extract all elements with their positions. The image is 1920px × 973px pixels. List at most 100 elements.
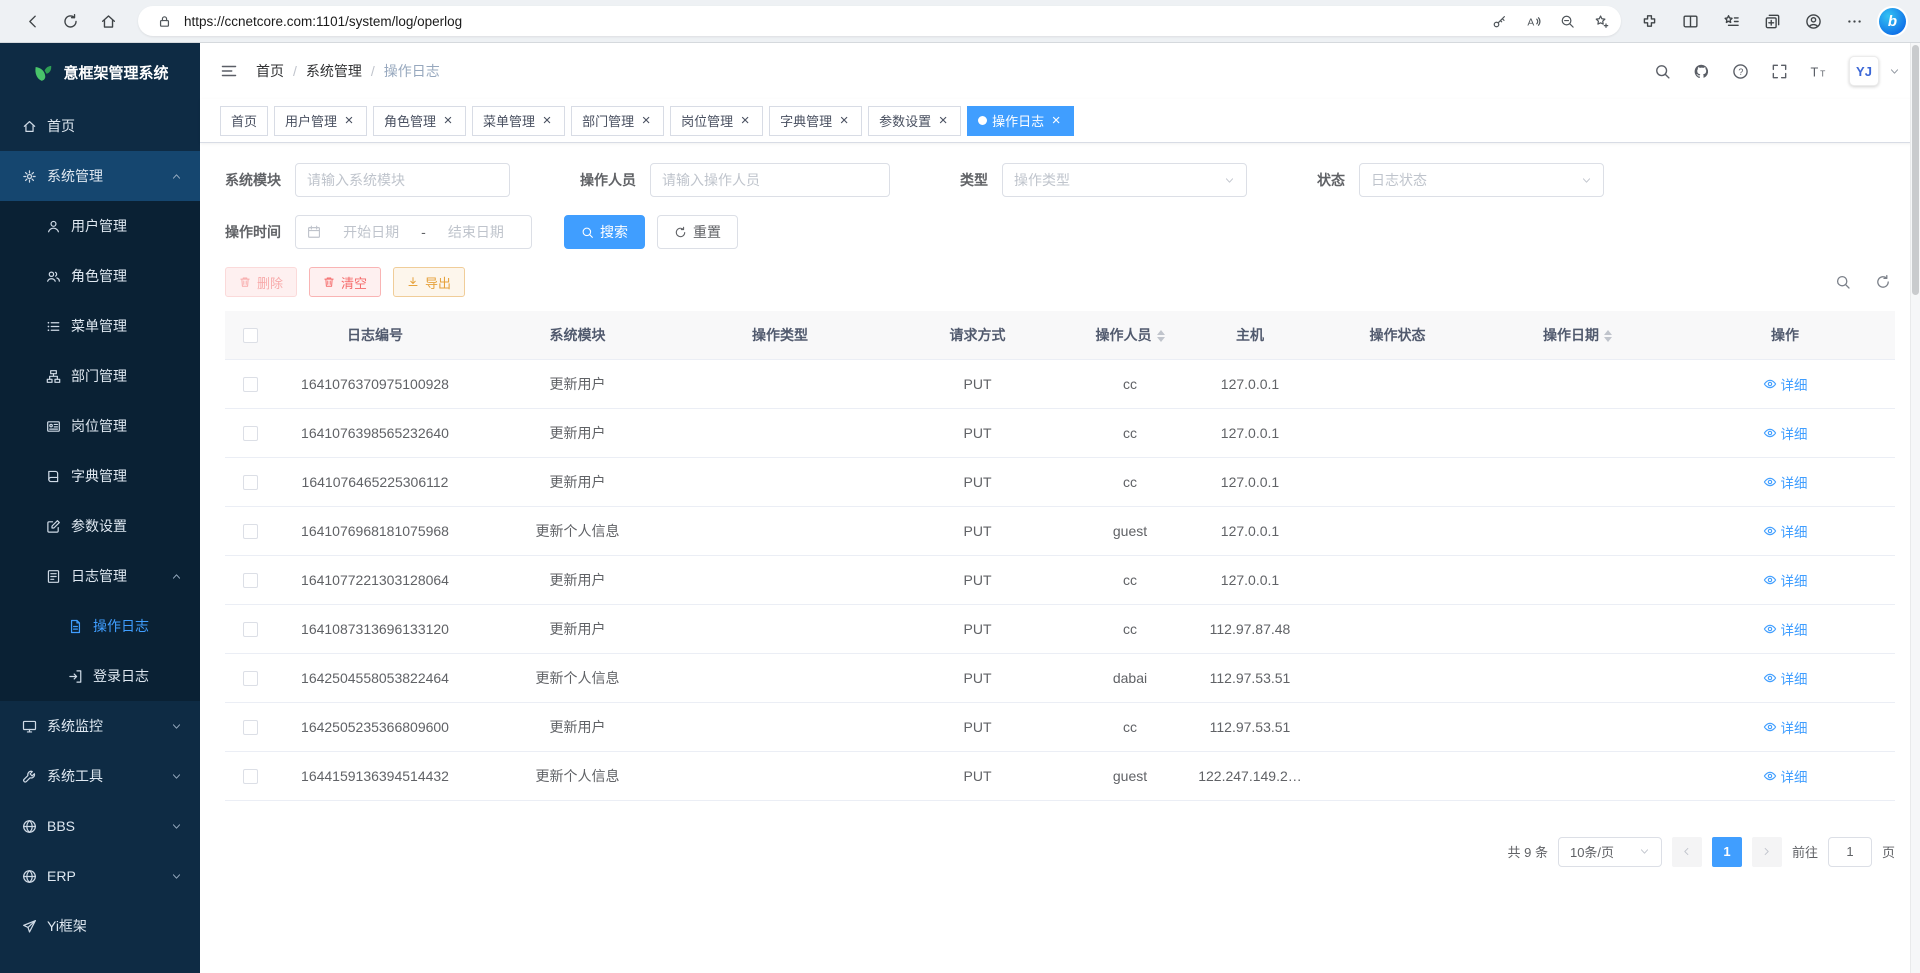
prev-page-button[interactable] (1672, 837, 1702, 867)
browser-home-button[interactable] (90, 3, 126, 39)
next-page-button[interactable] (1752, 837, 1782, 867)
row-checkbox[interactable] (243, 671, 258, 686)
user-avatar[interactable]: YJ (1849, 56, 1879, 86)
detail-link[interactable]: 详细 (1763, 521, 1808, 541)
sidebar-item-user[interactable]: 用户管理 (0, 201, 200, 251)
favorites-icon[interactable] (1715, 5, 1748, 38)
module-input[interactable] (295, 163, 510, 197)
table-row[interactable]: 1641076465225306112更新用户PUTcc127.0.0.1详细 (225, 457, 1895, 506)
password-manager-icon[interactable] (1485, 8, 1513, 34)
column-header[interactable]: 操作人员 (1075, 311, 1185, 359)
tag-item[interactable]: 操作日志× (967, 106, 1074, 136)
close-icon[interactable]: × (837, 114, 851, 128)
detail-link[interactable]: 详细 (1763, 668, 1808, 688)
sidebar-item-dict[interactable]: 字典管理 (0, 451, 200, 501)
browser-refresh-button[interactable] (52, 3, 88, 39)
detail-link[interactable]: 详细 (1763, 423, 1808, 443)
row-checkbox[interactable] (243, 769, 258, 784)
detail-link[interactable]: 详细 (1763, 570, 1808, 590)
export-button[interactable]: 导出 (393, 267, 465, 297)
close-icon[interactable]: × (1049, 114, 1063, 128)
goto-page-input[interactable] (1828, 837, 1872, 867)
tag-item[interactable]: 角色管理× (373, 106, 466, 136)
extensions-icon[interactable] (1633, 5, 1666, 38)
detail-link[interactable]: 详细 (1763, 472, 1808, 492)
type-select[interactable]: 操作类型 (1002, 163, 1247, 197)
table-row[interactable]: 1641087313696133120更新用户PUTcc112.97.87.48… (225, 604, 1895, 653)
copilot-icon[interactable]: b (1879, 8, 1906, 35)
sidebar-item-log[interactable]: 日志管理 (0, 551, 200, 601)
tag-item[interactable]: 部门管理× (571, 106, 664, 136)
split-screen-icon[interactable] (1674, 5, 1707, 38)
browser-profile-icon[interactable] (1797, 5, 1830, 38)
add-favorite-icon[interactable] (1587, 8, 1615, 34)
row-checkbox[interactable] (243, 720, 258, 735)
row-checkbox[interactable] (243, 622, 258, 637)
header-search-icon[interactable] (1654, 63, 1671, 80)
address-bar[interactable]: https://ccnetcore.com:1101/system/log/op… (138, 6, 1621, 36)
tag-item[interactable]: 首页 (220, 106, 268, 136)
github-icon[interactable] (1693, 63, 1710, 80)
refresh-table-icon[interactable] (1875, 274, 1891, 290)
breadcrumb-item[interactable]: 首页 (256, 61, 284, 81)
date-range-picker[interactable]: 开始日期 - 结束日期 (295, 215, 532, 249)
scrollbar-thumb[interactable] (1912, 45, 1919, 295)
row-checkbox[interactable] (243, 573, 258, 588)
select-all-checkbox[interactable] (243, 328, 258, 343)
sidebar-item-home[interactable]: 首页 (0, 101, 200, 151)
close-icon[interactable]: × (441, 114, 455, 128)
sidebar-item-system[interactable]: 系统管理 (0, 151, 200, 201)
close-icon[interactable]: × (639, 114, 653, 128)
page-scrollbar[interactable] (1910, 43, 1920, 973)
reset-button[interactable]: 重置 (657, 215, 738, 249)
collections-icon[interactable] (1756, 5, 1789, 38)
breadcrumb-item[interactable]: 系统管理 (306, 61, 362, 81)
row-checkbox[interactable] (243, 524, 258, 539)
tag-item[interactable]: 字典管理× (769, 106, 862, 136)
sidebar-item-dept[interactable]: 部门管理 (0, 351, 200, 401)
tag-item[interactable]: 菜单管理× (472, 106, 565, 136)
sidebar-item-config[interactable]: 参数设置 (0, 501, 200, 551)
search-button[interactable]: 搜索 (564, 215, 645, 249)
detail-link[interactable]: 详细 (1763, 717, 1808, 737)
close-icon[interactable]: × (738, 114, 752, 128)
page-1-button[interactable]: 1 (1712, 837, 1742, 867)
table-row[interactable]: 1641076370975100928更新用户PUTcc127.0.0.1详细 (225, 359, 1895, 408)
row-checkbox[interactable] (243, 426, 258, 441)
sidebar-item-erp[interactable]: ERP (0, 851, 200, 901)
sidebar-item-menu[interactable]: 菜单管理 (0, 301, 200, 351)
sort-icon[interactable] (1604, 330, 1612, 342)
sidebar-item-loginlog[interactable]: 登录日志 (0, 651, 200, 701)
browser-menu-icon[interactable] (1838, 5, 1871, 38)
clear-button[interactable]: 清空 (309, 267, 381, 297)
page-size-select[interactable]: 10条/页 (1558, 837, 1662, 867)
row-checkbox[interactable] (243, 377, 258, 392)
detail-link[interactable]: 详细 (1763, 766, 1808, 786)
site-security-icon[interactable] (150, 8, 178, 34)
close-icon[interactable]: × (936, 114, 950, 128)
close-icon[interactable]: × (540, 114, 554, 128)
avatar-caret-icon[interactable] (1889, 66, 1900, 77)
table-row[interactable]: 1641077221303128064更新用户PUTcc127.0.0.1详细 (225, 555, 1895, 604)
sidebar-toggle-icon[interactable] (220, 62, 238, 80)
help-icon[interactable]: ? (1732, 63, 1749, 80)
delete-button[interactable]: 删除 (225, 267, 297, 297)
tag-item[interactable]: 参数设置× (868, 106, 961, 136)
sidebar-item-post[interactable]: 岗位管理 (0, 401, 200, 451)
tag-item[interactable]: 用户管理× (274, 106, 367, 136)
sidebar-item-bbs[interactable]: BBS (0, 801, 200, 851)
sidebar-item-yiframe[interactable]: Yi框架 (0, 901, 200, 951)
table-row[interactable]: 1644159136394514432更新个人信息PUTguest122.247… (225, 751, 1895, 800)
table-row[interactable]: 1641076968181075968更新个人信息PUTguest127.0.0… (225, 506, 1895, 555)
toggle-search-icon[interactable] (1835, 274, 1851, 290)
zoom-icon[interactable] (1553, 8, 1581, 34)
browser-back-button[interactable] (14, 3, 50, 39)
sidebar-item-tool[interactable]: 系统工具 (0, 751, 200, 801)
table-row[interactable]: 1642504558053822464更新个人信息PUTdabai112.97.… (225, 653, 1895, 702)
column-header[interactable]: 操作日期 (1480, 311, 1675, 359)
sidebar-item-monitor[interactable]: 系统监控 (0, 701, 200, 751)
row-checkbox[interactable] (243, 475, 258, 490)
status-select[interactable]: 日志状态 (1359, 163, 1604, 197)
read-aloud-icon[interactable]: A (1519, 8, 1547, 34)
table-row[interactable]: 1641076398565232640更新用户PUTcc127.0.0.1详细 (225, 408, 1895, 457)
